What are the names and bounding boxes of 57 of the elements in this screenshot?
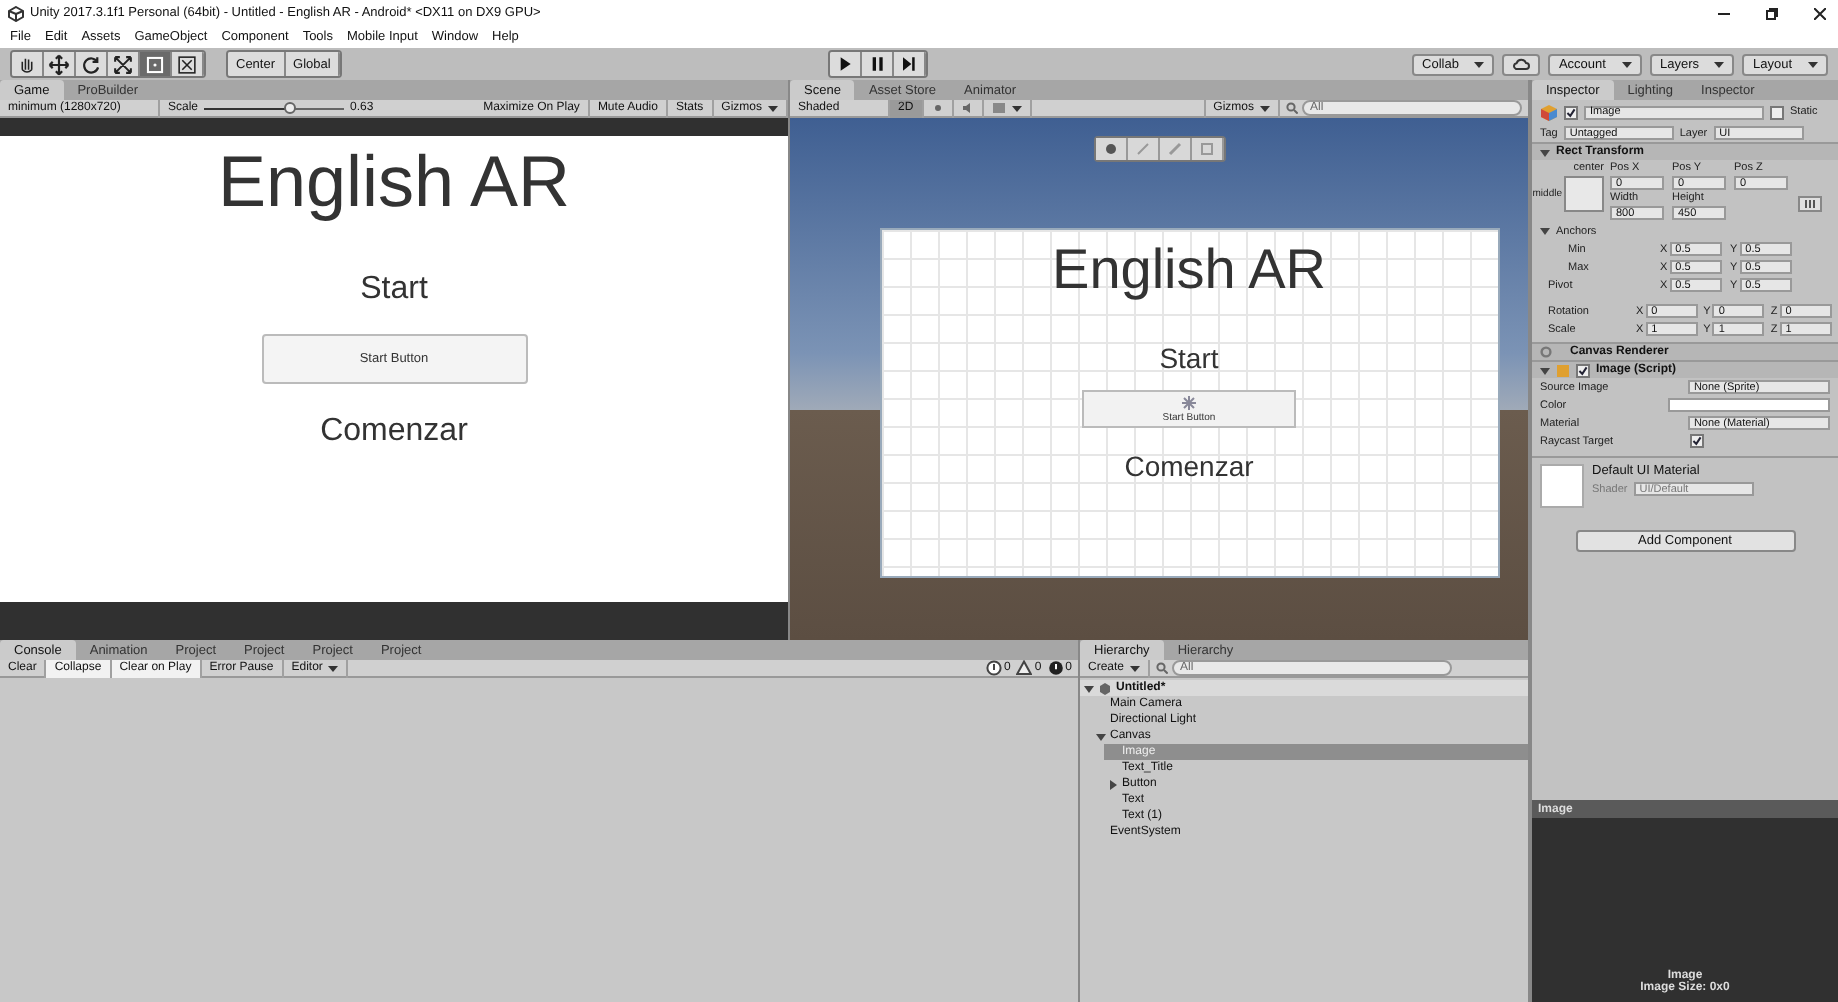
static-checkbox[interactable] — [1770, 105, 1784, 119]
app-logo-icon — [8, 5, 24, 21]
caret-icon — [1130, 665, 1141, 671]
step-icon — [898, 54, 919, 74]
play-button[interactable] — [829, 52, 862, 76]
slider-thumb[interactable] — [284, 101, 297, 113]
caret-icon — [1260, 105, 1270, 111]
script-icon — [1556, 363, 1570, 377]
active-checkbox[interactable] — [1564, 105, 1578, 119]
anchor-preset-button[interactable] — [1564, 176, 1604, 212]
subtitle-text: Comenzar — [1124, 450, 1254, 482]
expanded-arrow-icon[interactable] — [1084, 683, 1094, 693]
heading-text: Start — [1159, 342, 1219, 374]
scale-tool-button[interactable] — [108, 52, 140, 76]
title-text: English AR — [1052, 238, 1326, 302]
close-icon[interactable] — [1814, 7, 1826, 19]
color-field[interactable] — [1668, 398, 1830, 412]
expanded-arrow-icon[interactable] — [1540, 226, 1550, 236]
minimize-icon[interactable] — [1718, 7, 1730, 19]
bars-icon — [1804, 200, 1816, 208]
rect-icon — [144, 53, 166, 75]
caret-icon — [1011, 105, 1022, 111]
subtitle-text: Comenzar — [320, 414, 468, 450]
hand-icon — [16, 53, 38, 75]
expanded-arrow-icon[interactable] — [1540, 365, 1550, 375]
gear-icon — [1540, 346, 1552, 358]
step-button[interactable] — [893, 52, 926, 76]
rotate-tool-button[interactable] — [76, 52, 108, 76]
move-icon — [48, 53, 70, 75]
cloud-icon — [1512, 58, 1531, 70]
component-checkbox[interactable] — [1576, 363, 1590, 377]
heading-text: Start — [360, 272, 428, 308]
hand-tool-button[interactable] — [12, 52, 44, 76]
sparkle-icon — [1180, 395, 1198, 409]
expanded-arrow-icon[interactable] — [1096, 731, 1106, 741]
collapsed-arrow-icon[interactable] — [1108, 779, 1118, 789]
move-tool-button[interactable] — [44, 52, 76, 76]
info-icon — [985, 660, 1002, 676]
raycast-checkbox[interactable] — [1690, 434, 1704, 448]
rotate-icon — [80, 53, 102, 75]
cloud-button[interactable] — [1502, 53, 1541, 75]
scale-icon — [112, 53, 134, 75]
cube-icon — [1540, 103, 1558, 121]
expanded-arrow-icon[interactable] — [1540, 147, 1550, 157]
search-icon — [1286, 102, 1298, 114]
pause-button[interactable] — [861, 52, 894, 76]
restore-icon[interactable] — [1766, 7, 1778, 19]
transform-icon — [176, 53, 198, 75]
image-icon — [991, 102, 1006, 114]
search-icon — [1156, 662, 1169, 674]
material-preview — [1540, 464, 1584, 508]
title-text: English AR — [217, 140, 571, 224]
rect-tool-button[interactable] — [140, 52, 172, 76]
transform-tool-button[interactable] — [172, 52, 204, 76]
dot-icon — [931, 102, 944, 114]
raw-edit-button[interactable] — [1798, 196, 1822, 212]
error-icon — [1047, 660, 1064, 676]
